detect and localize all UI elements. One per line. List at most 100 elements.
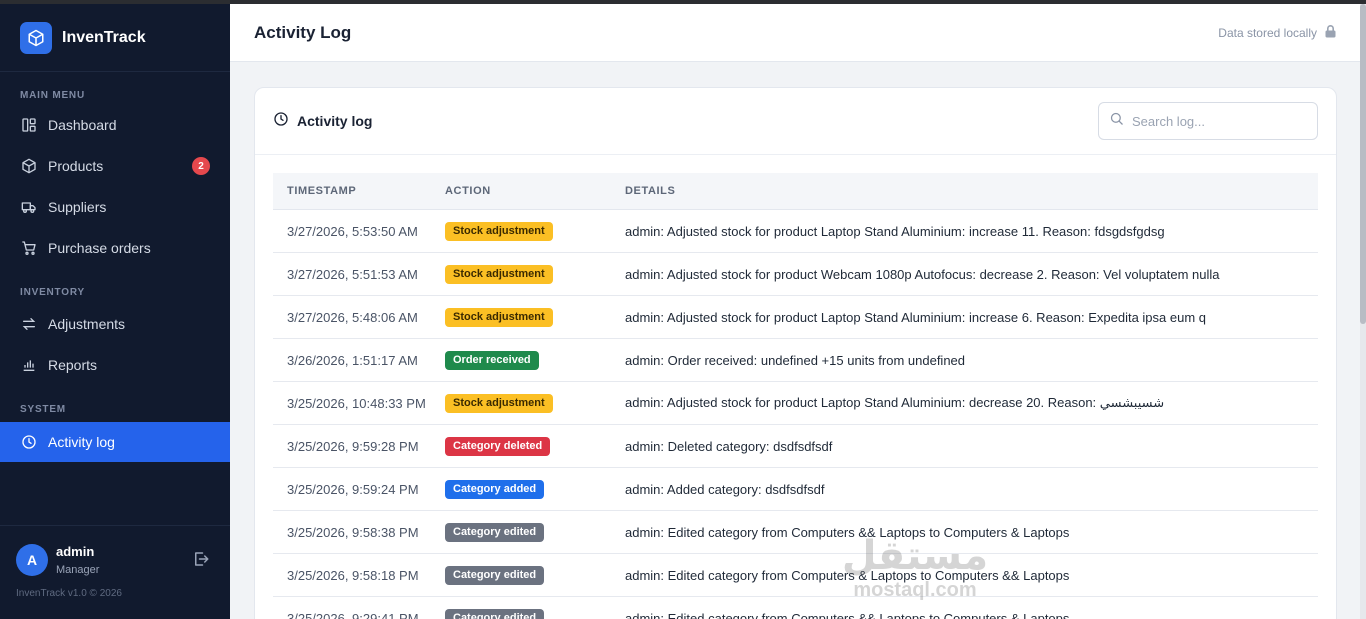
app-name: InvenTrack	[62, 28, 146, 46]
row-timestamp: 3/27/2026, 5:53:50 AM	[287, 223, 418, 239]
scrollbar-thumb[interactable]	[1360, 4, 1366, 324]
action-badge: Stock adjustment	[445, 222, 553, 241]
table-row[interactable]: 3/26/2026, 1:51:17 AM Order received admin…	[273, 339, 1318, 382]
cube-icon	[20, 21, 52, 54]
card-header: Activity log	[255, 88, 1336, 155]
row-action-cell: Stock adjustment	[445, 307, 625, 327]
search-icon	[1109, 111, 1124, 131]
row-timestamp: 3/25/2026, 9:58:38 PM	[287, 524, 419, 540]
table-row[interactable]: 3/25/2026, 10:48:33 PM Stock adjustment ad…	[273, 382, 1318, 425]
truck-icon	[20, 198, 38, 216]
brand[interactable]: InvenTrack	[0, 4, 230, 72]
search-box[interactable]	[1098, 102, 1318, 140]
row-action-cell: Category added	[445, 479, 625, 499]
storage-note: Data stored locally	[1218, 24, 1336, 41]
table-row[interactable]: 3/25/2026, 9:58:38 PM Category edited admi…	[273, 511, 1318, 554]
arrows-icon	[20, 315, 38, 333]
action-badge: Category edited	[445, 609, 545, 619]
row-action-cell: Order received	[445, 350, 625, 370]
table-row[interactable]: 3/25/2026, 9:58:18 PM Category edited admi…	[273, 554, 1318, 597]
row-timestamp: 3/25/2026, 9:29:41 PM	[287, 610, 419, 619]
clock-icon	[273, 111, 289, 132]
sidebar-item-label: Activity log	[48, 434, 115, 450]
sidebar-item-reports[interactable]: Reports	[0, 345, 230, 385]
user-role: Manager	[56, 564, 100, 576]
action-badge: Category edited	[445, 523, 545, 542]
sidebar-item-dashboard[interactable]: Dashboard	[0, 105, 230, 145]
table-header: TIMESTAMP ACTION DETAILS	[273, 173, 1318, 210]
table-row[interactable]: 3/25/2026, 9:29:41 PM Category edited admi…	[273, 597, 1318, 619]
storage-note-text: Data stored locally	[1218, 25, 1317, 40]
sidebar-item-label: Dashboard	[48, 117, 117, 133]
action-badge: Order received	[445, 351, 539, 370]
row-details: admin: Deleted category: dsdfsdfsdf	[625, 438, 833, 454]
sidebar-item-label: Purchase orders	[48, 240, 151, 256]
row-timestamp: 3/27/2026, 5:48:06 AM	[287, 309, 418, 325]
row-details: admin: Adjusted stock for product Webcam…	[625, 266, 1220, 282]
table-row[interactable]: 3/27/2026, 5:51:53 AM Stock adjustment adm…	[273, 253, 1318, 296]
box-icon	[20, 157, 38, 175]
column-header-timestamp[interactable]: TIMESTAMP	[273, 185, 445, 197]
row-details: admin: Edited category from Computers &&…	[625, 610, 1070, 619]
main-content: Activity Log Data stored locally Activit…	[230, 4, 1360, 619]
row-details: admin: Added category: dsdfsdfsdf	[625, 481, 825, 497]
column-header-action[interactable]: ACTION	[445, 185, 625, 197]
section-label-system: SYSTEM	[20, 404, 66, 415]
section-label-main-menu: MAIN MENU	[20, 90, 85, 101]
column-header-details[interactable]: DETAILS	[625, 185, 1318, 197]
sidebar-item-purchase-orders[interactable]: Purchase orders	[0, 228, 230, 268]
table-row[interactable]: 3/27/2026, 5:48:06 AM Stock adjustment adm…	[273, 296, 1318, 339]
window-top-strip	[0, 0, 1366, 4]
row-details: admin: Edited category from Computers &&…	[625, 524, 1070, 540]
action-badge: Category edited	[445, 566, 545, 585]
table-body: 3/27/2026, 5:53:50 AM Stock adjustment adm…	[273, 210, 1318, 619]
action-badge: Stock adjustment	[445, 265, 553, 284]
dashboard-icon	[20, 116, 38, 134]
sidebar-item-suppliers[interactable]: Suppliers	[0, 187, 230, 227]
sidebar-item-products[interactable]: Products 2	[0, 146, 230, 186]
action-badge: Stock adjustment	[445, 308, 553, 327]
row-details: admin: Adjusted stock for product Laptop…	[625, 223, 1165, 239]
sidebar-item-label: Adjustments	[48, 316, 126, 332]
row-timestamp: 3/25/2026, 9:59:24 PM	[287, 481, 419, 497]
action-badge: Category added	[445, 480, 545, 499]
row-timestamp: 3/25/2026, 9:59:28 PM	[287, 438, 419, 454]
app-version: InvenTrack v1.0 © 2026	[16, 588, 122, 599]
row-action-cell: Stock adjustment	[445, 264, 625, 284]
sidebar-item-adjustments[interactable]: Adjustments	[0, 304, 230, 344]
cart-icon	[20, 239, 38, 257]
row-action-cell: Category deleted	[445, 436, 625, 456]
sidebar-item-label: Suppliers	[48, 199, 107, 215]
row-action-cell: Stock adjustment	[445, 221, 625, 241]
section-label-inventory: INVENTORY	[20, 287, 85, 298]
row-action-cell: Category edited	[445, 522, 625, 542]
card-title: Activity log	[297, 113, 373, 129]
lock-icon	[1325, 24, 1336, 41]
action-badge: Stock adjustment	[445, 394, 553, 413]
products-count-badge: 2	[192, 157, 210, 175]
sidebar-item-label: Products	[48, 158, 104, 174]
avatar[interactable]: A	[16, 544, 48, 576]
row-timestamp: 3/25/2026, 10:48:33 PM	[287, 395, 426, 411]
table-row[interactable]: 3/27/2026, 5:53:50 AM Stock adjustment adm…	[273, 210, 1318, 253]
row-action-cell: Stock adjustment	[445, 393, 625, 413]
page-header: Activity Log Data stored locally	[230, 4, 1360, 62]
action-badge: Category deleted	[445, 437, 551, 456]
search-input[interactable]	[1132, 113, 1302, 129]
sidebar-item-activity-log[interactable]: Activity log	[0, 422, 230, 462]
activity-table: TIMESTAMP ACTION DETAILS 3/27/2026, 5:53…	[273, 173, 1318, 619]
row-details: admin: Order received: undefined +15 uni…	[625, 352, 966, 368]
bar-chart-icon	[20, 356, 38, 374]
row-details: admin: Adjusted stock for product Laptop…	[625, 395, 1165, 410]
page-scrollbar[interactable]	[1360, 4, 1366, 619]
logout-icon[interactable]	[192, 550, 210, 568]
row-action-cell: Category edited	[445, 565, 625, 585]
activity-log-card: Activity log TIMESTAMP ACTION DETAILS 3/…	[254, 87, 1337, 619]
row-timestamp: 3/26/2026, 1:51:17 AM	[287, 352, 418, 368]
clock-icon	[20, 433, 38, 451]
table-row[interactable]: 3/25/2026, 9:59:28 PM Category deleted adm…	[273, 425, 1318, 468]
table-row[interactable]: 3/25/2026, 9:59:24 PM Category added admin…	[273, 468, 1318, 511]
user-panel: A admin Manager InvenTrack v1.0 © 2026	[0, 525, 230, 619]
row-action-cell: Category edited	[445, 608, 625, 619]
user-name: admin	[56, 544, 95, 559]
